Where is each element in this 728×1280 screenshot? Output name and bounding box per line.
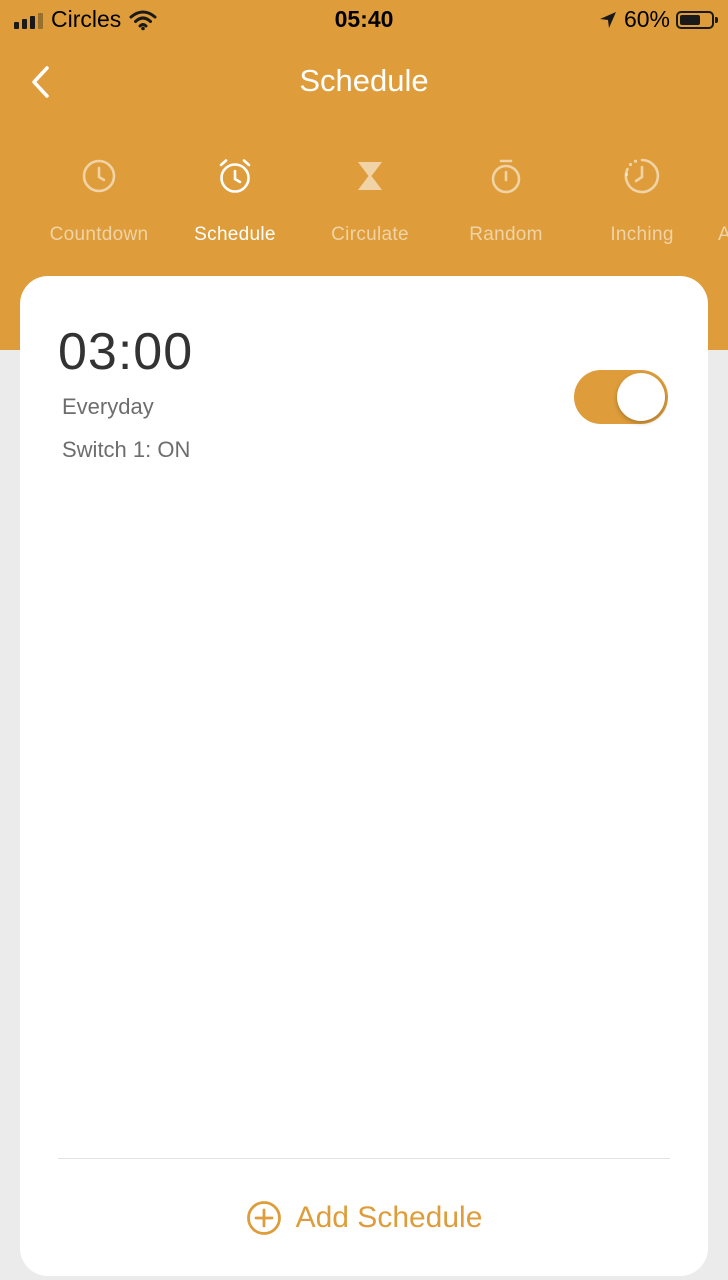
hourglass-icon [358,162,382,190]
tab-label: Circulate [331,224,409,245]
battery-percent: 60% [623,6,670,32]
divider [58,1158,670,1159]
toggle-knob [617,373,665,421]
stopwatch-icon [491,159,521,194]
status-right: 60% [598,6,718,33]
schedule-repeat: Everyday [62,394,154,419]
tab-circulate[interactable]: Circulate [302,150,438,250]
clock-icon [82,159,116,193]
location-arrow-icon [599,11,616,28]
schedule-action: Switch 1: ON [62,437,191,462]
schedule-time: 03:00 [58,323,194,381]
page-title: Schedule [299,63,429,98]
dotted-clock-icon [624,158,660,194]
tab-label: Countdown [49,224,149,245]
tab-inching[interactable]: Inching [574,150,710,250]
tab-schedule[interactable]: Schedule [167,150,303,250]
plus-circle-icon [246,1201,281,1235]
battery-icon [676,10,718,29]
tab-partial-label[interactable]: A [718,224,728,246]
add-schedule-button[interactable]: Add Schedule [20,1196,708,1240]
schedule-toggle[interactable] [574,370,668,424]
alarm-clock-icon [219,159,251,193]
status-bar: Circles 05:40 60% [0,0,728,40]
tab-random[interactable]: Random [438,150,574,250]
mode-tabs: Countdown Schedule Circulate Random Inch… [0,150,728,260]
tab-countdown[interactable]: Countdown [31,150,167,250]
tab-label: Inching [610,224,674,245]
schedule-card: 03:00 Everyday Switch 1: ON Add Schedule [20,276,708,1276]
tab-label: Schedule [194,224,276,245]
tab-label: Random [469,224,543,245]
add-schedule-label: Add Schedule [295,1201,483,1234]
